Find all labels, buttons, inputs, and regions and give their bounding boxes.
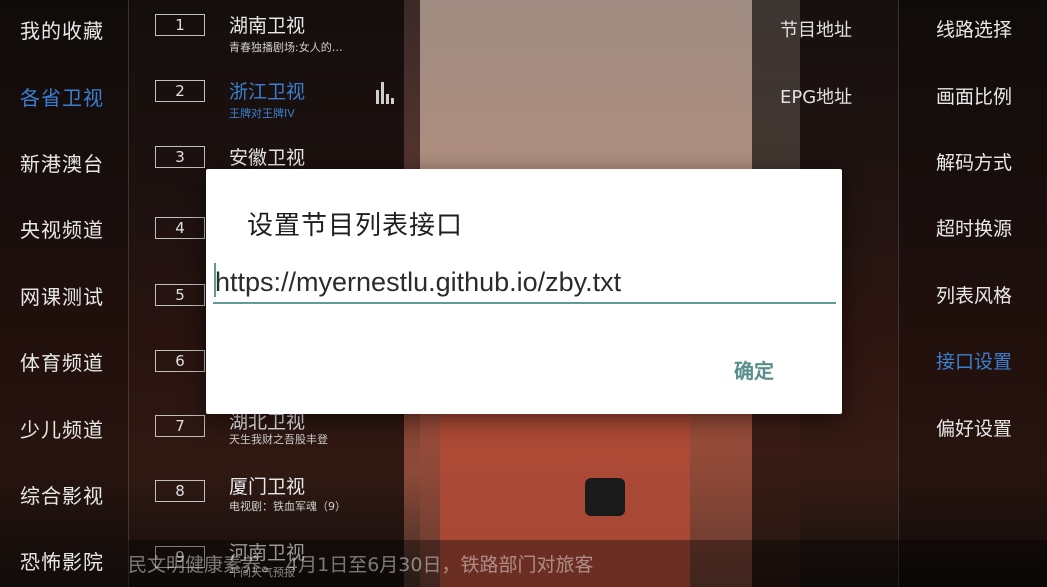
channel-row[interactable]: 7 湖北卫视 天生我财之吾股丰登: [128, 407, 404, 467]
epg-menu-program-url[interactable]: 节目地址: [780, 16, 852, 42]
channel-program: 天生我财之吾股丰登: [229, 433, 328, 446]
category-item[interactable]: 恐怖影院: [20, 546, 104, 575]
panel-divider: [898, 0, 899, 587]
settings-item[interactable]: 超时换源: [936, 214, 1012, 241]
channel-row-active[interactable]: 2 浙江卫视 王牌对王牌IV: [128, 77, 404, 137]
channel-number: 6: [155, 350, 205, 372]
channel-row[interactable]: 1 湖南卫视 青春独播剧场:女人的…: [128, 11, 404, 71]
settings-item[interactable]: 画面比例: [936, 82, 1012, 109]
category-item[interactable]: 网课测试: [20, 281, 104, 310]
video-camera-prop: [585, 478, 625, 516]
category-item[interactable]: 我的收藏: [20, 15, 104, 44]
category-item[interactable]: 体育频道: [20, 347, 104, 376]
channel-number: 7: [155, 415, 205, 437]
channel-number: 5: [155, 284, 205, 306]
channel-program: 电视剧：铁血军魂（9）: [229, 500, 346, 513]
confirm-button[interactable]: 确定: [734, 355, 774, 384]
channel-program: 青春独播剧场:女人的…: [229, 41, 343, 54]
settings-item[interactable]: 列表风格: [936, 281, 1012, 308]
channel-number: 4: [155, 217, 205, 239]
channel-name: 安徽卫视: [229, 147, 306, 169]
channel-number: 8: [155, 480, 205, 502]
text-caret: [214, 263, 216, 297]
channel-program: 王牌对王牌IV: [229, 107, 295, 120]
news-ticker: 民文明健康素养。 4月1日至6月30日，铁路部门对旅客: [128, 540, 1047, 587]
channel-number: 3: [155, 146, 205, 168]
category-item[interactable]: 新港澳台: [20, 148, 104, 177]
settings-item[interactable]: 线路选择: [936, 15, 1012, 42]
settings-item[interactable]: 偏好设置: [936, 414, 1012, 441]
channel-name: 湖南卫视: [229, 15, 306, 37]
category-item[interactable]: 少儿频道: [20, 414, 104, 443]
epg-menu-epg-url[interactable]: EPG地址: [780, 83, 852, 109]
channel-row[interactable]: 8 厦门卫视 电视剧：铁血军魂（9）: [128, 472, 404, 532]
channel-number: 1: [155, 14, 205, 36]
settings-item-active[interactable]: 接口设置: [936, 347, 1012, 374]
category-item-active[interactable]: 各省卫视: [20, 82, 104, 111]
playing-equalizer-icon: [376, 82, 394, 104]
category-item[interactable]: 央视频道: [20, 214, 104, 243]
url-input[interactable]: [213, 262, 836, 304]
channel-name: 厦门卫视: [229, 476, 306, 498]
channel-number: 2: [155, 80, 205, 102]
settings-item[interactable]: 解码方式: [936, 148, 1012, 175]
dialog-title: 设置节目列表接口: [247, 211, 464, 241]
category-item[interactable]: 综合影视: [20, 480, 104, 509]
ticker-text: 民文明健康素养。 4月1日至6月30日，铁路部门对旅客: [128, 554, 594, 576]
interface-settings-dialog: 设置节目列表接口 确定: [206, 169, 842, 414]
channel-name: 浙江卫视: [229, 81, 306, 103]
